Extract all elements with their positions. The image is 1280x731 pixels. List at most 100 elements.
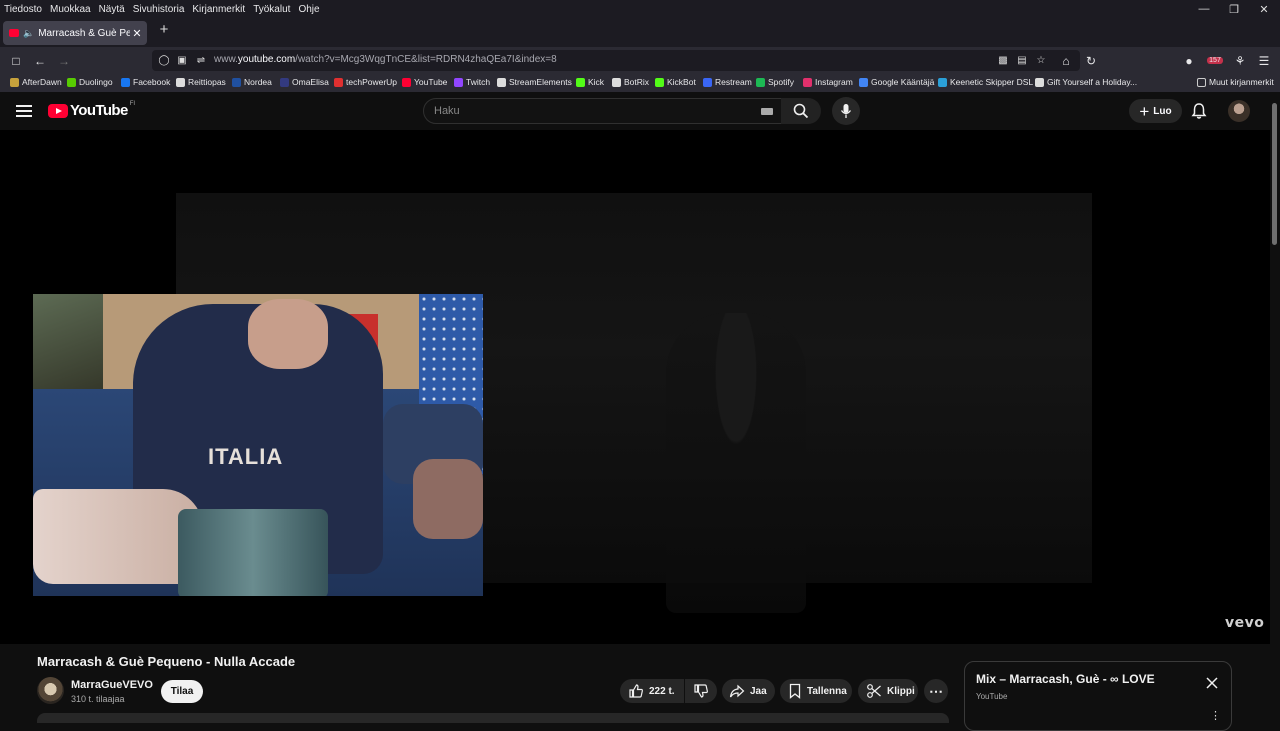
app-menu-icon[interactable]: ☰	[1254, 51, 1274, 70]
webcam-overlay: ITALIA	[33, 294, 483, 596]
like-button[interactable]: 222 t.	[620, 679, 684, 703]
bookmark-spotify[interactable]: Spotify	[756, 77, 794, 87]
picture-in-picture-icon[interactable]: ▩	[995, 52, 1011, 69]
menu-view[interactable]: Näytä	[95, 4, 129, 15]
menu-history[interactable]: Sivuhistoria	[129, 4, 189, 15]
more-actions-icon[interactable]: ⋯	[924, 679, 948, 703]
bookmark-label: YouTube	[414, 77, 448, 87]
channel-avatar[interactable]	[37, 677, 64, 704]
home-icon[interactable]: ⌂	[1056, 51, 1076, 70]
reload-icon[interactable]: ↻	[1081, 51, 1101, 70]
page-scrollbar[interactable]	[1272, 103, 1277, 245]
restore-icon[interactable]: ❐	[1219, 0, 1249, 18]
subscriber-count: 310 t. tilaajaa	[71, 694, 125, 704]
bookmark-omaelisa[interactable]: OmaElisa	[280, 77, 329, 87]
bookmark-twitch[interactable]: Twitch	[454, 77, 490, 87]
bookmark-label: BotRix	[624, 77, 650, 87]
speaker-icon[interactable]: 🔈	[23, 28, 34, 39]
tab-bar: 🔈 Marracash & Guè Pequeno ✕	[0, 18, 1280, 47]
bookmark-label: Instagram	[815, 77, 853, 87]
sidebar-toggle-icon[interactable]: □	[6, 51, 26, 70]
user-avatar[interactable]	[1228, 100, 1250, 122]
video-player[interactable]: ITALIA vevo	[0, 130, 1270, 644]
menu-tools[interactable]: Työkalut	[249, 4, 294, 15]
mix-title[interactable]: Mix – Marracash, Guè - ∞ LOVE	[976, 672, 1155, 686]
close-tab-icon[interactable]: ✕	[130, 27, 144, 40]
bookmark-nordea[interactable]: Nordea	[232, 77, 272, 87]
notifications-bell-icon[interactable]	[1189, 101, 1209, 121]
bookmark-instagram[interactable]: Instagram	[803, 77, 853, 87]
bookmark-reittiopas[interactable]: Reittiopas	[176, 77, 226, 87]
close-window-icon[interactable]: ✕	[1249, 0, 1279, 18]
bookmark-facebook[interactable]: Facebook	[121, 77, 170, 87]
account-icon[interactable]: ●	[1179, 51, 1199, 70]
scissors-icon	[867, 684, 881, 698]
search-icon	[793, 103, 809, 119]
keyboard-icon[interactable]	[761, 108, 773, 115]
bookmark-label: techPowerUp	[346, 77, 398, 87]
microphone-icon	[840, 104, 852, 118]
back-icon[interactable]: ←	[30, 51, 50, 70]
bookmark-google-k-nt-j[interactable]: Google Kääntäjä	[859, 77, 934, 87]
bookmark-favicon-icon	[803, 77, 812, 87]
channel-name[interactable]: MarraGueVEVO	[71, 679, 153, 691]
share-button[interactable]: Jaa	[722, 679, 775, 703]
bookmark-restream[interactable]: Restream	[703, 77, 752, 87]
bookmark-favicon-icon	[232, 77, 241, 87]
bookmark-streamelements[interactable]: StreamElements	[497, 77, 572, 87]
extension-badge-icon[interactable]: 157	[1205, 51, 1225, 70]
voice-search-button[interactable]	[832, 97, 860, 125]
bookmark-duolingo[interactable]: Duolingo	[67, 77, 113, 87]
bookmark-label: Gift Yourself a Holiday...	[1047, 77, 1138, 87]
bookmark-kick[interactable]: Kick	[576, 77, 604, 87]
bookmark-favicon-icon	[497, 77, 506, 87]
bookmark-favicon-icon	[334, 77, 343, 87]
bookmark-keenetic-skipper-dsl[interactable]: Keenetic Skipper DSL	[938, 77, 1033, 87]
bookmark-label: Kick	[588, 77, 605, 87]
subscribe-button[interactable]: Tilaa	[161, 680, 203, 703]
bookmark-star-icon[interactable]: ☆	[1033, 52, 1049, 69]
tab-youtube[interactable]: 🔈 Marracash & Guè Pequeno ✕	[3, 21, 147, 45]
bookmark-label: Duolingo	[79, 77, 113, 87]
bookmark-afterdawn[interactable]: AfterDawn	[10, 77, 62, 87]
bookmark-kickbot[interactable]: KickBot	[655, 77, 696, 87]
bookmark-youtube[interactable]: YouTube	[402, 77, 447, 87]
bookmark-techpowerup[interactable]: techPowerUp	[334, 77, 397, 87]
extensions-icon[interactable]: ⚘	[1230, 51, 1250, 70]
plus-icon: +	[1139, 101, 1150, 121]
bookmark-botrix[interactable]: BotRix	[612, 77, 649, 87]
menu-bookmarks[interactable]: Kirjanmerkit	[188, 4, 249, 15]
search-input[interactable]	[434, 103, 734, 119]
youtube-play-icon	[48, 103, 68, 118]
search-button[interactable]	[781, 98, 821, 124]
bookmark-favicon-icon	[756, 77, 765, 87]
search-box	[423, 98, 783, 124]
clip-button[interactable]: Klippi	[858, 679, 918, 703]
other-bookmarks[interactable]: Muut kirjanmerkit	[1197, 77, 1274, 87]
description-box[interactable]	[37, 713, 949, 723]
bookmark-gift-yourself-a-holiday[interactable]: Gift Yourself a Holiday...	[1035, 77, 1137, 87]
dislike-button[interactable]	[685, 679, 717, 703]
address-bar[interactable]: ◯ ▣ ⇌ www.youtube.com/watch?v=Mcg3WqgTnC…	[152, 50, 1080, 71]
save-button[interactable]: Tallenna	[780, 679, 852, 703]
menu-file[interactable]: Tiedosto	[0, 4, 46, 15]
menu-edit[interactable]: Muokkaa	[46, 4, 95, 15]
forward-icon[interactable]: →	[54, 51, 74, 70]
menu-help[interactable]: Ohje	[294, 4, 323, 15]
youtube-logo[interactable]: YouTube FI	[48, 101, 135, 119]
create-button[interactable]: + Luo	[1129, 99, 1182, 123]
lock-icon[interactable]: ▣	[174, 52, 190, 69]
bookmark-label: Keenetic Skipper DSL	[950, 77, 1034, 87]
shield-icon[interactable]: ◯	[156, 52, 172, 69]
hamburger-menu-icon[interactable]	[14, 102, 34, 120]
url-text[interactable]: www.youtube.com/watch?v=Mcg3WqgTnCE&list…	[214, 54, 557, 65]
mix-playlist-panel: Mix – Marracash, Guè - ∞ LOVE YouTube ⋮	[964, 661, 1232, 731]
shirt-print: ITALIA	[208, 444, 284, 469]
playlist-menu-icon[interactable]: ⋮	[1210, 709, 1221, 722]
close-playlist-icon[interactable]	[1205, 676, 1219, 690]
reader-view-icon[interactable]: ▤	[1014, 52, 1030, 69]
minimize-icon[interactable]: —	[1189, 0, 1219, 18]
bookmark-label: Restream	[715, 77, 752, 87]
permissions-icon[interactable]: ⇌	[193, 52, 209, 69]
new-tab-button[interactable]: +	[155, 21, 173, 43]
